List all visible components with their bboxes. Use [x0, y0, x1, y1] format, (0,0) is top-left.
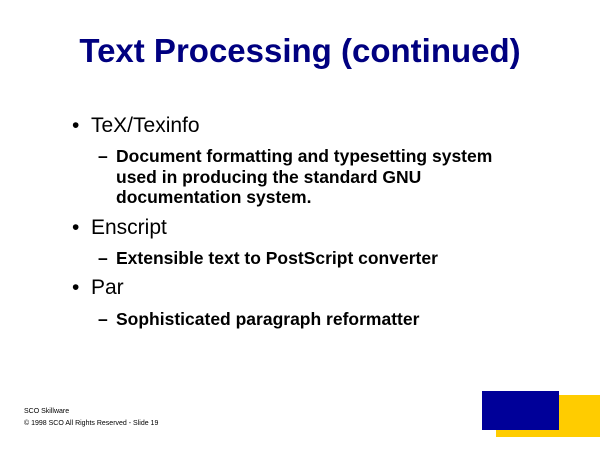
slide-title: Text Processing (continued)	[79, 32, 521, 69]
sub-item-text: Sophisticated paragraph reformatter	[116, 309, 420, 329]
sub-item: – Extensible text to PostScript converter	[98, 248, 518, 269]
dash-icon: –	[98, 309, 108, 329]
blue-decor-block	[482, 391, 559, 430]
bullet-item: • TeX/Texinfo	[72, 114, 200, 138]
bullet-item: • Par	[72, 276, 124, 300]
bullet-item: • Enscript	[72, 216, 167, 240]
sub-item-text: Extensible text to PostScript converter	[116, 248, 438, 268]
dash-icon: –	[98, 248, 108, 268]
sub-item-text: Document formatting and typesetting syst…	[116, 146, 493, 207]
bullet-icon: •	[72, 114, 80, 137]
footer-copyright: © 1998 SCO All Rights Reserved - Slide 1…	[24, 420, 159, 427]
bullet-label: TeX/Texinfo	[91, 114, 200, 137]
bullet-icon: •	[72, 216, 80, 239]
sub-item: – Sophisticated paragraph reformatter	[98, 309, 518, 330]
sub-item: – Document formatting and typesetting sys…	[98, 146, 498, 208]
footer-company: SCO Skillware	[24, 408, 70, 415]
dash-icon: –	[98, 146, 108, 166]
bullet-label: Enscript	[91, 216, 167, 239]
bullet-icon: •	[72, 276, 80, 299]
bullet-label: Par	[91, 276, 124, 299]
